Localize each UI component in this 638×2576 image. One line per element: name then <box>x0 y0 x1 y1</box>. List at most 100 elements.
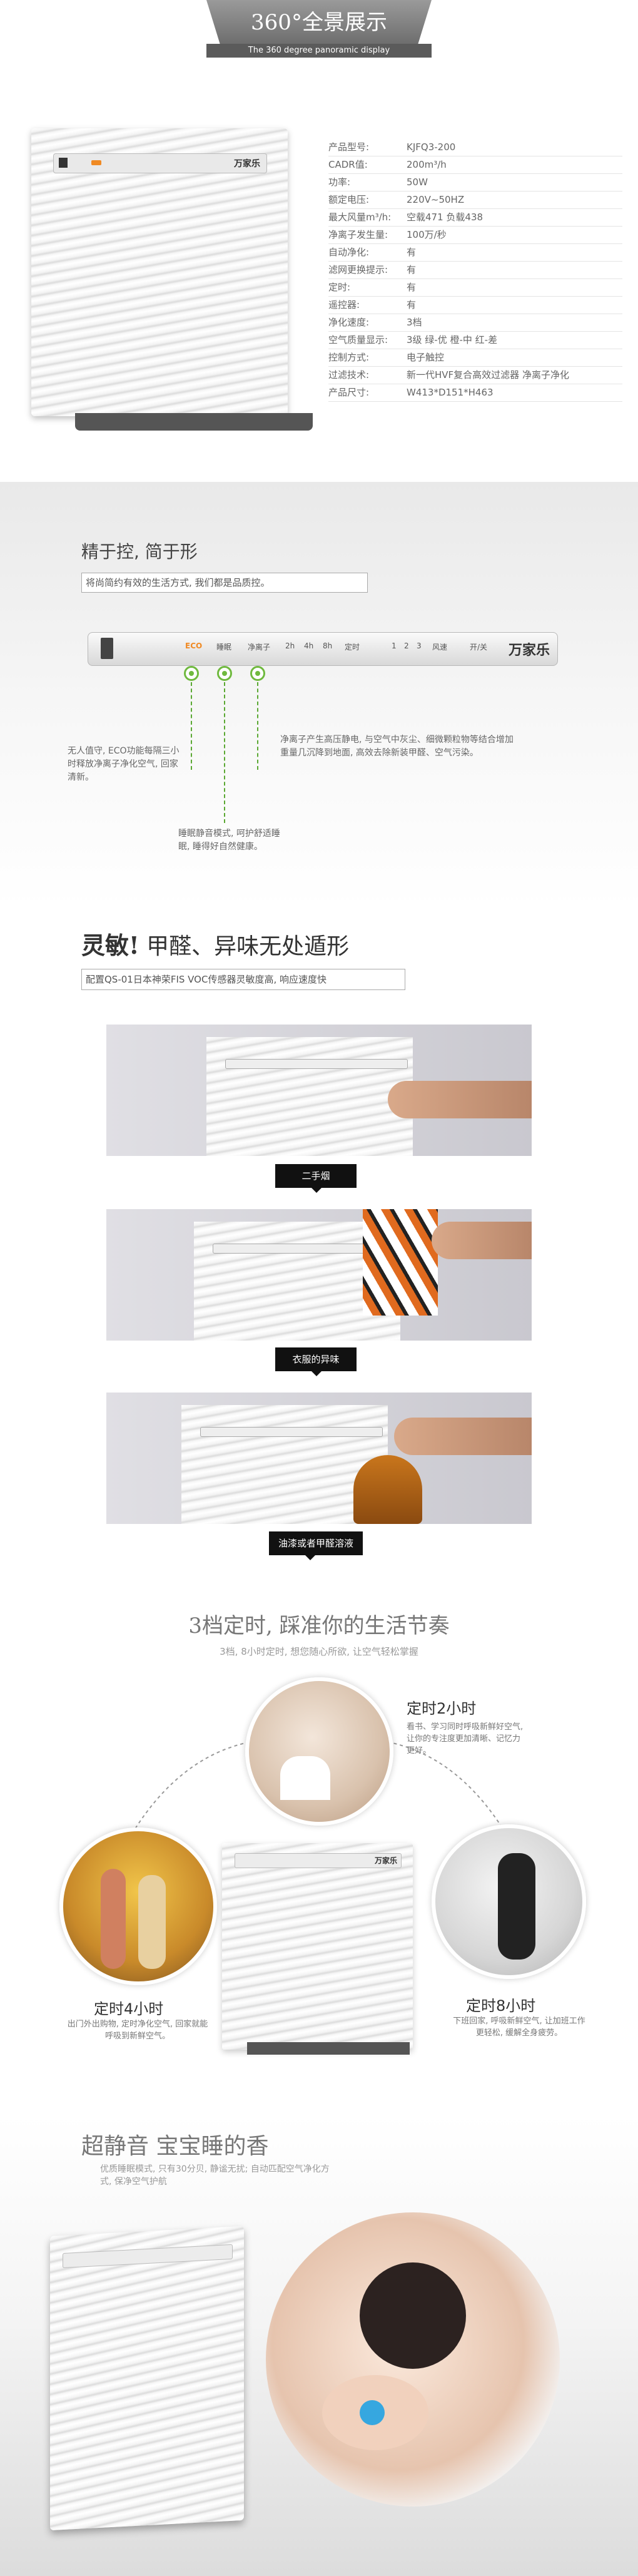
spec-label: 控制方式: <box>328 352 370 363</box>
spec-label: 最大风量m³/h: <box>328 212 392 223</box>
sensor-subtitle: 配置QS-01日本神荣FIS VOC传感器灵敏度高, 响应速度快 <box>81 969 405 990</box>
header-subtitle: The 360 degree panoramic display <box>206 44 432 58</box>
spec-value: W413*D151*H463 <box>407 387 494 398</box>
power-button[interactable]: 开/关 <box>470 641 487 652</box>
spec-row: 定时: 有 <box>328 279 622 297</box>
purifier-angled-image <box>50 2226 244 2531</box>
clothes-image <box>363 1209 438 1316</box>
spec-row: 过滤技术: 新一代HVF复合高效过滤器 净离子净化 <box>328 367 622 384</box>
spec-value: 200m³/h <box>407 159 447 170</box>
purifier-control-bar <box>200 1427 383 1437</box>
office-man-photo <box>432 1824 586 1979</box>
pacifier-icon <box>360 2400 385 2425</box>
caption-smoke: 二手烟 <box>275 1164 357 1193</box>
spec-label: 自动净化: <box>328 247 370 258</box>
timer-2h-label: 2h <box>285 641 295 650</box>
eco-note: 无人值守, ECO功能每隔三小时释放净离子净化空气, 回家清新。 <box>68 746 180 782</box>
person-figure <box>498 1853 535 1960</box>
spec-value: 有 <box>407 264 417 275</box>
timer-4h-title: 定时4小时 <box>94 2000 164 2018</box>
person-figure <box>280 1756 330 1800</box>
spec-value: 3档 <box>407 317 422 328</box>
timer-2h-title: 定时2小时 <box>407 1700 477 1717</box>
display-icon <box>59 158 68 168</box>
timer-title: 3档定时, 踩准你的生活节奏 <box>188 1613 450 1638</box>
speed-3-label: 3 <box>417 641 422 650</box>
eco-marker-icon <box>184 666 199 681</box>
purifier-control-bar <box>225 1059 408 1069</box>
fan-speed-button[interactable]: 风速 <box>432 641 447 652</box>
spec-value: 50W <box>407 176 428 188</box>
spec-row: 额定电压: 220V~50HZ <box>328 192 622 209</box>
spec-label: 功率: <box>328 176 351 188</box>
brand-logo: 万家乐 <box>374 1856 397 1865</box>
person-figure <box>101 1869 126 1969</box>
spec-value: KJFQ3-200 <box>407 141 456 153</box>
sleep-marker-icon <box>217 666 232 681</box>
spec-value: 新一代HVF复合高效过滤器 净离子净化 <box>407 369 569 381</box>
caption-clothes: 衣服的异味 <box>275 1347 357 1376</box>
product-image-front: 万家乐 <box>31 128 313 431</box>
spec-label: CADR值: <box>328 159 368 170</box>
display-icon <box>101 638 113 659</box>
person-figure <box>138 1875 166 1969</box>
spec-row: 滤网更换提示: 有 <box>328 262 622 279</box>
speed-2-label: 2 <box>404 641 409 650</box>
header-title: 360°全景展示 <box>251 10 387 35</box>
timer-8h-note: 下班回家, 呼吸新鲜空气, 让加班工作更轻松, 缓解全身疲劳。 <box>453 2016 585 2038</box>
spec-row: 空气质量显示: 3级 绿-优 橙-中 红-差 <box>328 332 622 349</box>
spec-label: 产品型号: <box>328 141 370 153</box>
spec-label: 净离子发生量: <box>328 229 388 240</box>
product-base <box>75 413 313 431</box>
timer-button[interactable]: 定时 <box>345 641 360 652</box>
ion-button[interactable]: 净离子 <box>248 641 270 652</box>
spec-value: 3级 绿-优 橙-中 红-差 <box>407 334 498 345</box>
spec-row: 自动净化: 有 <box>328 244 622 262</box>
timer-8h-label: 8h <box>323 641 333 650</box>
spec-label: 空气质量显示: <box>328 334 388 345</box>
spec-row: 功率: 50W <box>328 174 622 192</box>
timer-subtitle: 3档, 8小时定时, 想您随心所欲, 让空气轻松掌握 <box>220 1646 418 1657</box>
spec-row: 控制方式: 电子触控 <box>328 349 622 367</box>
spec-label: 净化速度: <box>328 317 370 328</box>
paint-bucket-image <box>353 1455 422 1524</box>
purifier-product-image: 万家乐 <box>222 1843 413 2055</box>
spec-row: 最大风量m³/h: 空载471 负载438 <box>328 209 622 227</box>
timer-8h-title: 定时8小时 <box>466 1997 536 2015</box>
spec-label: 额定电压: <box>328 194 370 205</box>
hand-image <box>432 1222 532 1259</box>
product-control-strip: 万家乐 <box>53 153 267 173</box>
reading-woman-photo <box>245 1677 393 1826</box>
silent-title: 超静音 宝宝睡的香 <box>81 2134 269 2159</box>
spec-row: 产品尺寸: W413*D151*H463 <box>328 384 622 402</box>
spec-value: 100万/秒 <box>407 229 447 240</box>
eco-connector <box>191 682 192 770</box>
ion-marker-icon <box>250 666 265 681</box>
purifier-base <box>247 2042 410 2055</box>
shopping-couple-photo <box>59 1827 217 1985</box>
spec-value: 有 <box>407 282 417 293</box>
sleep-button[interactable]: 睡眠 <box>216 641 231 652</box>
purifier-control-bar <box>63 2244 233 2269</box>
sensor-title-bold: 灵敏! <box>81 931 139 959</box>
speed-1-label: 1 <box>392 641 397 650</box>
spec-value: 电子触控 <box>407 352 445 363</box>
timer-4h-note: 出门外出购物, 定时净化空气, 回家就能呼吸到新鲜空气。 <box>67 2020 208 2041</box>
ion-note: 净离子产生高压静电, 与空气中灰尘、细微颗粒物等结合增加重量几沉降到地面, 高效… <box>280 735 514 758</box>
spec-label: 遥控器: <box>328 299 360 310</box>
sleep-connector <box>224 682 225 823</box>
spec-value: 空载471 负载438 <box>407 212 484 223</box>
timer-2h-note: 看书、学习同时呼吸新鲜好空气, 让你的专注度更加清晰、记忆力更好。 <box>407 1722 524 1756</box>
photo-second-hand-smoke <box>106 1025 532 1156</box>
spec-row: 净化速度: 3档 <box>328 314 622 332</box>
control-panel: ECO 睡眠 净离子 2h 4h 8h 定时 1 2 3 风速 开/关 万家乐 <box>88 632 558 666</box>
silent-subtitle: 优质睡眠模式, 只有30分贝, 静谧无扰; 自动匹配空气净化方式, 保净空气护航 <box>100 2164 330 2187</box>
hand-brush-image <box>394 1418 532 1455</box>
spec-row: CADR值: 200m³/h <box>328 156 622 174</box>
spec-label: 过滤技术: <box>328 369 370 381</box>
hand-cigarette-image <box>388 1081 532 1118</box>
eco-indicator-icon <box>91 160 101 165</box>
eco-button[interactable]: ECO <box>185 641 202 650</box>
spec-row: 产品型号: KJFQ3-200 <box>328 139 622 156</box>
spec-row: 遥控器: 有 <box>328 297 622 314</box>
